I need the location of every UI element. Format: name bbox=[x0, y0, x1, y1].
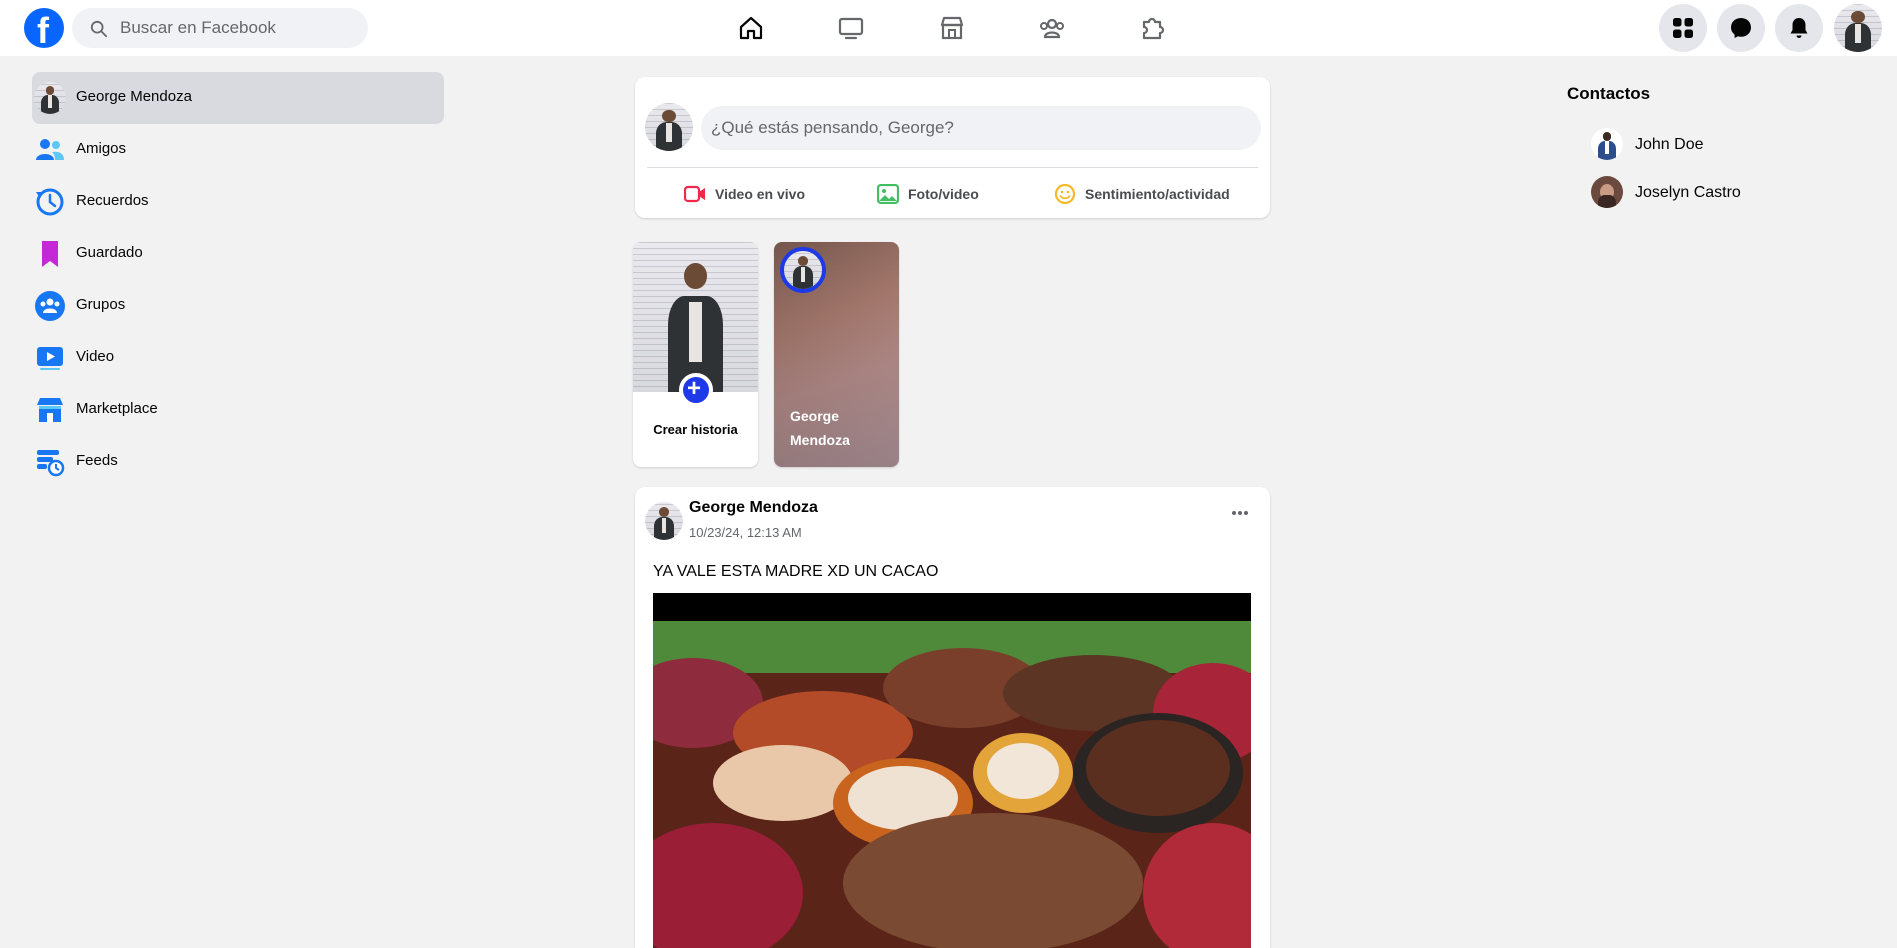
post-text: YA VALE ESTA MADRE XD UN CACAO bbox=[653, 563, 939, 580]
menu-grid-icon bbox=[1673, 18, 1693, 38]
sidebar-item-label: Video bbox=[76, 348, 115, 365]
post-image[interactable] bbox=[653, 593, 1251, 948]
groups-icon[interactable] bbox=[1038, 14, 1066, 42]
more-options-icon[interactable] bbox=[1225, 503, 1255, 523]
contact-avatar bbox=[1591, 176, 1623, 208]
sidebar-item-friends[interactable]: Amigos bbox=[32, 124, 444, 176]
composer-input[interactable] bbox=[711, 106, 1251, 150]
contact-item[interactable]: Joselyn Castro bbox=[1591, 176, 1851, 212]
notifications-button[interactable] bbox=[1775, 4, 1823, 52]
sidebar-item-feeds[interactable]: Feeds bbox=[32, 436, 444, 488]
create-story-label: Crear historia bbox=[653, 422, 738, 437]
sidebar-item-saved[interactable]: Guardado bbox=[32, 228, 444, 280]
feeling-icon bbox=[1054, 184, 1076, 204]
contacts-panel: Contactos John Doe Joselyn Castro bbox=[1567, 84, 1867, 208]
post-composer: Video en vivo Foto/video Sentimiento/act… bbox=[635, 77, 1270, 218]
contact-avatar bbox=[1591, 128, 1623, 160]
video-icon bbox=[37, 347, 63, 370]
sidebar-item-memories[interactable]: Recuerdos bbox=[32, 176, 444, 228]
sidebar-item-label: Guardado bbox=[76, 244, 143, 261]
contact-name: John Doe bbox=[1635, 136, 1704, 153]
logo-letter: f bbox=[37, 10, 49, 51]
saved-icon bbox=[42, 241, 58, 267]
search-box[interactable] bbox=[72, 8, 368, 48]
feeling-activity-label: Sentimiento/actividad bbox=[1085, 186, 1230, 202]
avatar[interactable] bbox=[645, 502, 683, 540]
contact-item[interactable]: John Doe bbox=[1591, 128, 1851, 164]
sidebar-item-label: Amigos bbox=[76, 140, 127, 157]
sidebar-item-marketplace[interactable]: Marketplace bbox=[32, 384, 444, 436]
friends-icon bbox=[36, 139, 64, 160]
search-icon bbox=[90, 20, 108, 38]
sidebar-item-label: Grupos bbox=[76, 296, 126, 313]
notifications-icon bbox=[1790, 18, 1808, 38]
sidebar-item-label: Recuerdos bbox=[76, 192, 149, 209]
sidebar-item-label: George Mendoza bbox=[76, 88, 192, 105]
sidebar-item-video[interactable]: Video bbox=[32, 332, 444, 384]
post-timestamp[interactable]: 10/23/24, 12:13 AM bbox=[689, 525, 802, 540]
account-avatar[interactable] bbox=[1834, 4, 1882, 52]
avatar bbox=[34, 82, 66, 114]
story-author-name: George Mendoza bbox=[790, 408, 850, 448]
live-video-button[interactable]: Video en vivo bbox=[684, 181, 814, 207]
facebook-logo[interactable]: f bbox=[24, 8, 64, 51]
marketplace-icon[interactable] bbox=[938, 14, 966, 42]
composer-input-box[interactable] bbox=[701, 106, 1261, 150]
feeds-icon bbox=[37, 450, 65, 477]
story-avatar bbox=[780, 247, 826, 293]
sidebar-item-label: Marketplace bbox=[76, 400, 158, 417]
marketplace-icon bbox=[37, 398, 63, 422]
top-navigation-bar: f bbox=[0, 0, 1897, 56]
left-sidebar: George Mendoza Amigos Recuerdos Guardado… bbox=[32, 72, 444, 488]
composer-divider bbox=[647, 167, 1258, 168]
live-video-label: Video en vivo bbox=[715, 186, 805, 202]
live-video-icon bbox=[684, 185, 705, 203]
sidebar-item-groups[interactable]: Grupos bbox=[32, 280, 444, 332]
feed-post: George Mendoza 10/23/24, 12:13 AM YA VAL… bbox=[635, 487, 1270, 948]
story-card[interactable]: George Mendoza bbox=[774, 242, 899, 467]
create-story-card[interactable]: + Crear historia bbox=[633, 242, 758, 467]
menu-button[interactable] bbox=[1659, 4, 1707, 52]
photo-video-label: Foto/video bbox=[908, 186, 979, 202]
gaming-icon[interactable] bbox=[1138, 14, 1166, 42]
contact-name: Joselyn Castro bbox=[1635, 184, 1741, 201]
contacts-title: Contactos bbox=[1567, 84, 1651, 103]
groups-icon bbox=[35, 291, 65, 321]
avatar[interactable] bbox=[645, 103, 693, 151]
cacao-image bbox=[653, 593, 1251, 948]
add-story-icon[interactable]: + bbox=[679, 373, 713, 407]
sidebar-item-label: Feeds bbox=[76, 452, 118, 469]
home-icon[interactable] bbox=[737, 14, 765, 42]
sidebar-item-profile[interactable]: George Mendoza bbox=[32, 72, 444, 124]
photo-video-button[interactable]: Foto/video bbox=[877, 181, 997, 207]
memories-icon bbox=[36, 188, 64, 216]
feeling-activity-button[interactable]: Sentimiento/actividad bbox=[1054, 181, 1254, 207]
messenger-button[interactable] bbox=[1717, 4, 1765, 52]
photo-icon bbox=[877, 184, 899, 204]
messenger-icon bbox=[1731, 18, 1751, 38]
post-author-name[interactable]: George Mendoza bbox=[689, 499, 818, 517]
search-input[interactable] bbox=[120, 8, 360, 48]
watch-icon[interactable] bbox=[837, 14, 865, 42]
story-photo bbox=[633, 242, 758, 392]
